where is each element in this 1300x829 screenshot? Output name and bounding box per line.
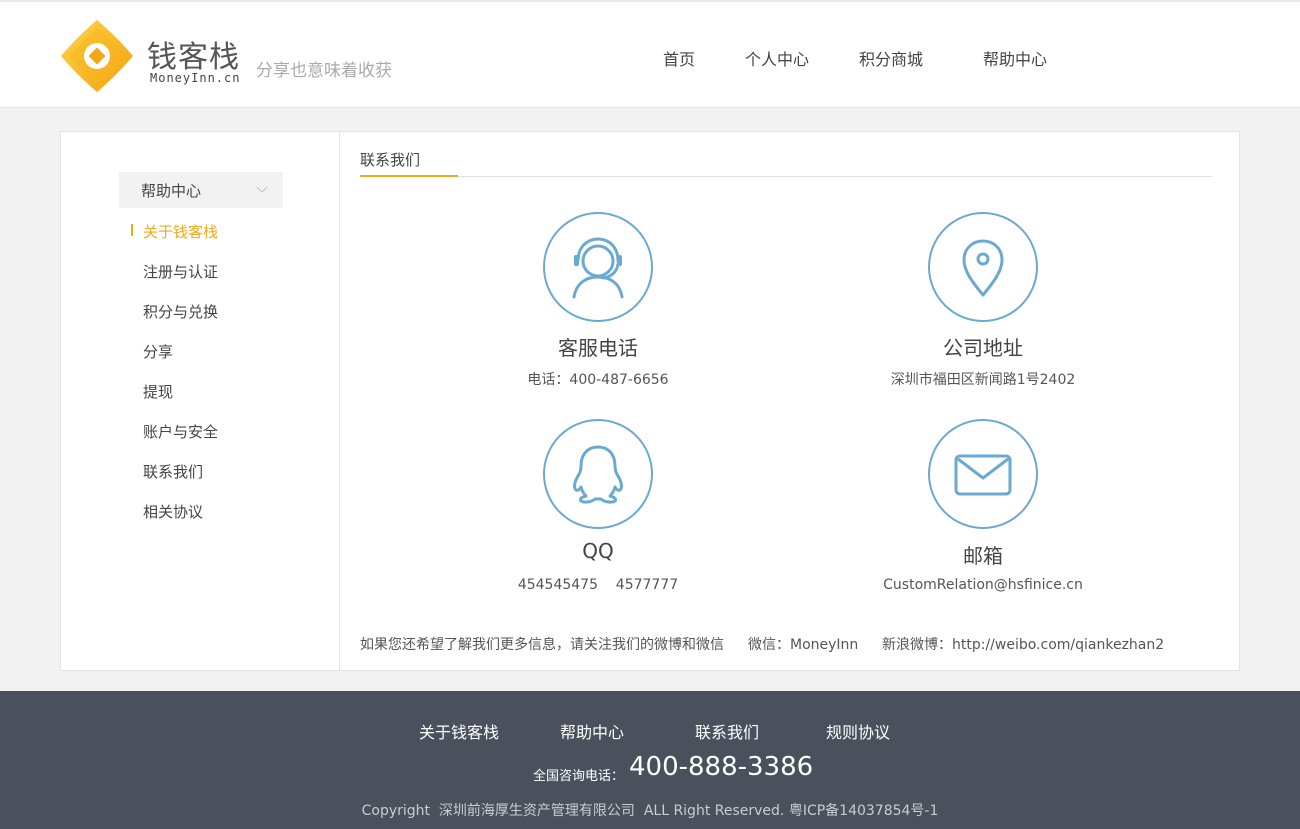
sidebar-item-security[interactable]: 账户与安全 xyxy=(143,421,218,442)
customer-service-headset-icon xyxy=(543,212,653,322)
mail-envelope-icon xyxy=(928,419,1038,529)
card-value-address: 深圳市福田区新闻路1号2402 xyxy=(890,372,1076,388)
hotline-label: 全国咨询电话： xyxy=(533,769,625,784)
sidebar-item-register[interactable]: 注册与认证 xyxy=(143,261,218,282)
follow-note: 如果您还希望了解我们更多信息，请关注我们的微博和微信 xyxy=(360,637,724,653)
content-area: 联系我们 客服电话 电话：400-487-6656 公司地址 深圳市福田区新闻路… xyxy=(341,132,1239,670)
sidebar-heading[interactable]: 帮助中心 xyxy=(119,172,283,208)
sidebar-item-share[interactable]: 分享 xyxy=(143,341,173,362)
logo-domain: MoneyInn.cn xyxy=(150,71,241,85)
footer-link-help[interactable]: 帮助中心 xyxy=(560,719,624,743)
active-indicator xyxy=(131,224,133,236)
sidebar-heading-label: 帮助中心 xyxy=(141,182,202,200)
sidebar: 帮助中心 关于钱客栈 注册与认证 积分与兑换 分享 提现 账户与安全 联系我们 … xyxy=(61,132,340,670)
slogan: 分享也意味着收获 xyxy=(256,61,392,81)
nav-help-center[interactable]: 帮助中心 xyxy=(983,46,1047,70)
sidebar-item-points[interactable]: 积分与兑换 xyxy=(143,301,218,322)
sidebar-item-contact[interactable]: 联系我们 xyxy=(143,461,203,482)
card-value-qq: 454545475 4577777 xyxy=(517,577,679,593)
qq-penguin-icon xyxy=(543,419,653,529)
site-footer: 关于钱客栈 帮助中心 联系我们 规则协议 全国咨询电话： 400-888-338… xyxy=(0,691,1300,829)
nav-home[interactable]: 首页 xyxy=(663,46,695,70)
footer-link-contact[interactable]: 联系我们 xyxy=(695,719,759,743)
location-pin-icon xyxy=(928,212,1038,322)
site-header: 钱客栈 MoneyInn.cn 分享也意味着收获 首页 个人中心 积分商城 帮助… xyxy=(0,2,1300,108)
card-value-email[interactable]: CustomRelation@hsfinice.cn xyxy=(823,577,1143,593)
hotline-number: 400-888-3386 xyxy=(629,752,814,782)
logo-name[interactable]: 钱客栈 xyxy=(147,32,240,76)
nav-points-mall[interactable]: 积分商城 xyxy=(859,46,923,70)
title-divider xyxy=(360,176,1212,177)
sidebar-item-agreements[interactable]: 相关协议 xyxy=(143,501,203,522)
footer-link-rules[interactable]: 规则协议 xyxy=(826,719,890,743)
copyright: Copyright 深圳前海厚生资产管理有限公司 ALL Right Reser… xyxy=(361,803,939,819)
page-title: 联系我们 xyxy=(360,151,421,169)
footer-link-about[interactable]: 关于钱客栈 xyxy=(419,719,499,743)
sidebar-item-about[interactable]: 关于钱客栈 xyxy=(143,221,218,242)
nav-personal-center[interactable]: 个人中心 xyxy=(745,46,809,70)
main-panel: 帮助中心 关于钱客栈 注册与认证 积分与兑换 分享 提现 账户与安全 联系我们 … xyxy=(60,131,1240,671)
card-title-address: 公司地址 xyxy=(943,336,1023,360)
card-title-qq: QQ xyxy=(582,539,614,563)
chevron-down-icon xyxy=(256,186,268,193)
sidebar-item-withdraw[interactable]: 提现 xyxy=(143,381,173,402)
card-title-phone: 客服电话 xyxy=(558,336,638,360)
logo-icon[interactable] xyxy=(59,18,135,94)
wechat-info: 微信：MoneyInn xyxy=(748,637,859,653)
card-value-phone: 电话：400-487-6656 xyxy=(527,372,669,388)
card-title-email: 邮箱 xyxy=(963,544,1003,568)
title-accent-bar xyxy=(360,175,458,177)
weibo-info[interactable]: 新浪微博：http://weibo.com/qiankezhan2 xyxy=(882,634,1164,654)
